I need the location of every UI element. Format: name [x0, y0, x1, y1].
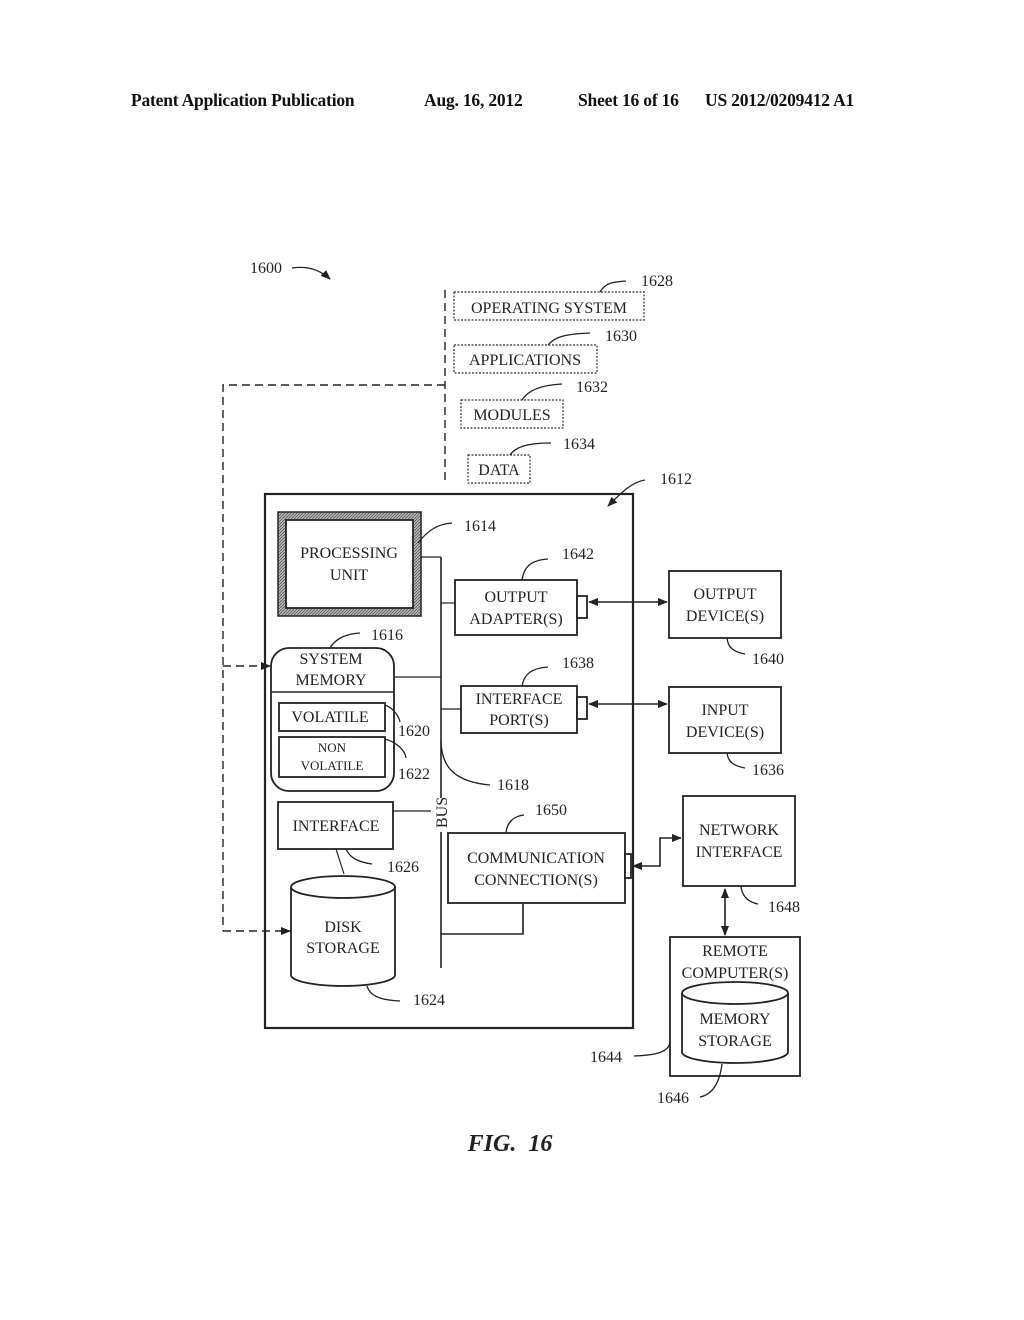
- modules-label: MODULES: [473, 407, 550, 424]
- interface: INTERFACE 1626: [277, 801, 419, 876]
- leader-1636: [726, 752, 746, 769]
- nonvolatile-line1: NON: [318, 740, 347, 755]
- ref-1618: 1618: [497, 777, 529, 794]
- interface-port-line1: INTERFACE: [476, 691, 563, 708]
- processing-unit-line1: PROCESSING: [300, 545, 398, 562]
- leader-1638: [521, 666, 549, 687]
- leader-1616: [329, 632, 361, 649]
- output-device-box: [668, 570, 782, 639]
- memory-storage-line1: MEMORY: [699, 1011, 771, 1028]
- ref-1600: 1600: [250, 260, 282, 277]
- remote-computer-line1: REMOTE: [702, 943, 768, 960]
- leader-1642: [521, 558, 549, 581]
- leader-1640: [726, 637, 746, 655]
- data-label: DATA: [478, 462, 520, 479]
- ref-1620: 1620: [398, 723, 430, 740]
- output-adapter-line2: ADAPTER(S): [469, 611, 562, 628]
- system-memory-line2: MEMORY: [295, 672, 367, 689]
- ref-1630: 1630: [605, 328, 637, 345]
- figure-16-diagram: 1600 OPERATING SYSTEM 1628 APPLICATIONS …: [222, 260, 801, 1157]
- remote-computer: REMOTE COMPUTER(S) MEMORY STORAGE 1644 1…: [590, 936, 801, 1107]
- ref-1638: 1638: [562, 655, 594, 672]
- ref-1640: 1640: [752, 651, 784, 668]
- ref-1626: 1626: [387, 859, 419, 876]
- system-memory: SYSTEM MEMORY 1616 VOLATILE 1620 NON VOL…: [270, 627, 430, 792]
- ref-1648: 1648: [768, 899, 800, 916]
- leader-1630: [547, 332, 591, 346]
- system-memory-line1: SYSTEM: [299, 651, 362, 668]
- leader-1626: [345, 848, 373, 865]
- network-interface-line1: NETWORK: [699, 822, 779, 839]
- leader-1634: [509, 442, 552, 456]
- software-operating-system: OPERATING SYSTEM 1628: [453, 273, 673, 321]
- bus-label: BUS: [434, 797, 451, 828]
- output-adapter-line1: OUTPUT: [484, 589, 547, 606]
- ref-1646: 1646: [657, 1090, 689, 1107]
- leader-1628: [599, 280, 627, 293]
- interface-port-connector: [576, 696, 588, 720]
- interface-port: INTERFACE PORT(S) 1638: [460, 655, 594, 734]
- software-modules: MODULES 1632: [460, 379, 608, 429]
- disk-storage: DISK STORAGE 1624: [290, 875, 445, 1009]
- comm-connection-box: [447, 832, 626, 904]
- ref-1634: 1634: [563, 436, 595, 453]
- ref-1632: 1632: [576, 379, 608, 396]
- comm-connection-line1: COMMUNICATION: [467, 850, 605, 867]
- ref-1636: 1636: [752, 762, 784, 779]
- memory-storage-top: [681, 981, 789, 1005]
- output-device: OUTPUT DEVICE(S) 1640: [668, 570, 784, 668]
- leader-1618: [440, 739, 491, 786]
- software-applications: APPLICATIONS 1630: [453, 328, 637, 374]
- operating-system-label: OPERATING SYSTEM: [471, 300, 627, 317]
- network-interface-line2: INTERFACE: [696, 844, 783, 861]
- output-device-line1: OUTPUT: [693, 586, 756, 603]
- processing-unit-box: [285, 519, 414, 609]
- ref-1622: 1622: [398, 766, 430, 783]
- disk-storage-line2: STORAGE: [306, 940, 380, 957]
- ref-1628: 1628: [641, 273, 673, 290]
- output-adapter: OUTPUT ADAPTER(S) 1642: [454, 546, 594, 636]
- input-device-line2: DEVICE(S): [686, 724, 764, 741]
- leader-1624: [366, 985, 401, 1002]
- software-data: DATA 1634: [467, 436, 595, 484]
- input-device-line1: INPUT: [701, 702, 748, 719]
- disk-storage-body: [290, 887, 396, 987]
- ref-1614: 1614: [464, 518, 496, 535]
- comm-network-arrow: [632, 834, 682, 870]
- ref-1642: 1642: [562, 546, 594, 563]
- nonvolatile-line2: VOLATILE: [301, 758, 364, 773]
- leader-1632: [521, 383, 563, 401]
- volatile-label: VOLATILE: [291, 709, 368, 726]
- comm-bus-connector: [441, 903, 524, 935]
- disk-storage-top: [290, 875, 396, 899]
- ref-1650: 1650: [535, 802, 567, 819]
- ref-1644: 1644: [590, 1049, 622, 1066]
- leader-1648: [740, 885, 759, 905]
- communication-connection: COMMUNICATION CONNECTION(S) 1650: [447, 802, 632, 904]
- memory-storage-line2: STORAGE: [698, 1033, 772, 1050]
- ref-1600-arrow: [291, 266, 331, 280]
- input-device: INPUT DEVICE(S) 1636: [668, 686, 784, 779]
- figure-caption: FIG. 16: [467, 1131, 553, 1157]
- network-interface-box: [682, 795, 796, 887]
- leader-1644: [633, 1042, 671, 1057]
- ref-1624: 1624: [413, 992, 445, 1009]
- remote-computer-line2: COMPUTER(S): [682, 965, 789, 982]
- output-adapter-port: [576, 595, 588, 619]
- comm-connection-port: [624, 853, 632, 879]
- ref-1616: 1616: [371, 627, 403, 644]
- comm-connection-line2: CONNECTION(S): [474, 872, 598, 889]
- network-interface: NETWORK INTERFACE 1648: [682, 795, 800, 916]
- applications-label: APPLICATIONS: [469, 352, 581, 369]
- processing-unit-line2: UNIT: [330, 567, 368, 584]
- interface-disk-connector: [335, 848, 345, 875]
- output-device-line2: DEVICE(S): [686, 608, 764, 625]
- input-device-box: [668, 686, 782, 754]
- interface-port-line2: PORT(S): [489, 712, 549, 729]
- disk-storage-line1: DISK: [324, 919, 362, 936]
- leader-1650: [505, 814, 525, 834]
- interface-label: INTERFACE: [293, 818, 380, 835]
- ref-1612: 1612: [660, 471, 692, 488]
- leader-1614: [417, 522, 453, 544]
